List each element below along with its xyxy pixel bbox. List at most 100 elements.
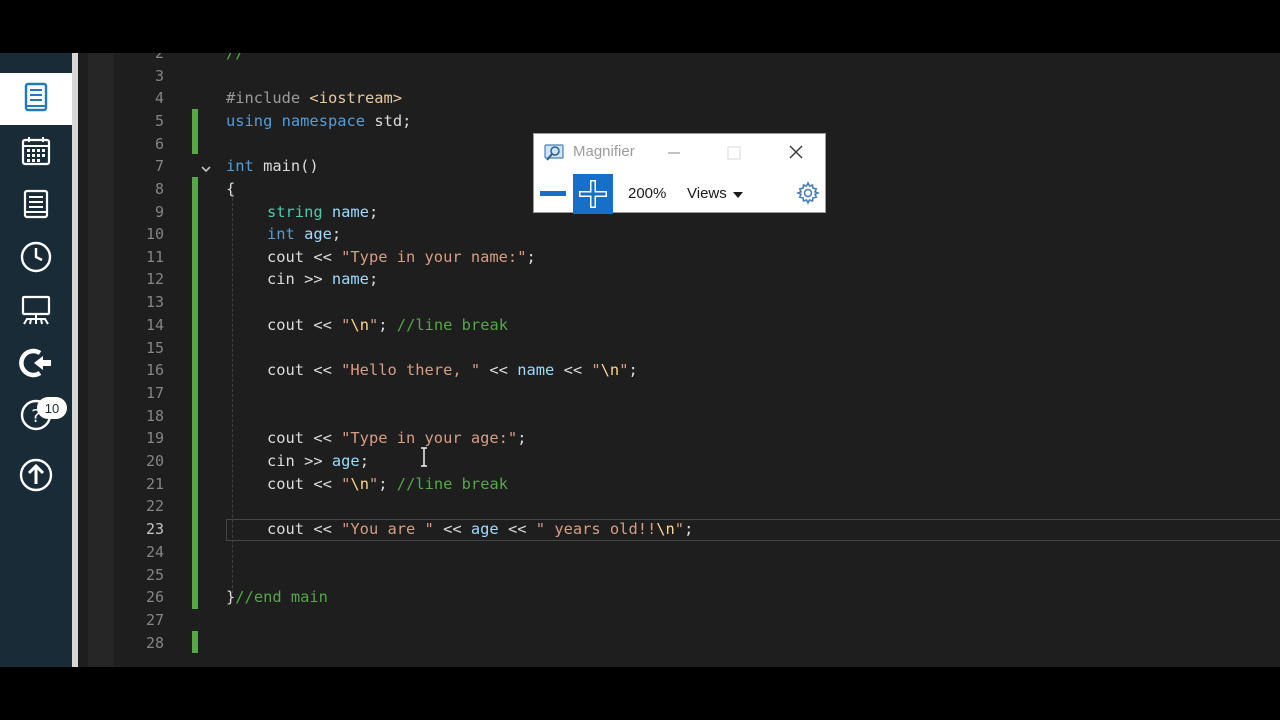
- line-number: 17: [145, 384, 164, 402]
- code-line: 12 cin >> name;: [78, 268, 1280, 290]
- line-number: 23: [145, 520, 164, 538]
- launcher-item-partial[interactable]: [0, 25, 72, 49]
- views-dropdown[interactable]: Views: [687, 185, 743, 202]
- code-text: //: [226, 53, 245, 62]
- book-icon: [18, 79, 54, 119]
- code-line: 4 #include <iostream>: [78, 87, 1280, 109]
- exit-icon: [18, 345, 54, 385]
- line-number: 26: [145, 588, 164, 606]
- calendar-icon: [18, 133, 54, 173]
- code-text: {: [226, 180, 236, 198]
- code-text: cout << "\n"; //line break: [267, 316, 508, 334]
- code-line: 15: [78, 337, 1280, 359]
- launcher-item-calendar[interactable]: [0, 127, 72, 179]
- line-number: 19: [145, 429, 164, 447]
- code-text: cout << "You are " << age << " years old…: [267, 520, 694, 538]
- code-text: cout << "Type in your age:";: [267, 429, 527, 447]
- line-number: 14: [145, 316, 164, 334]
- line-number: 22: [145, 497, 164, 515]
- close-button[interactable]: [784, 142, 808, 164]
- code-line: 20 cin >> age;: [78, 450, 1280, 472]
- code-text: #include <iostream>: [226, 89, 403, 107]
- launcher-sidebar: ? 10: [0, 53, 72, 667]
- line-number: 4: [154, 89, 164, 107]
- launcher-item-history[interactable]: [0, 233, 72, 285]
- line-number: 8: [154, 180, 164, 198]
- code-line: 16 cout << "Hello there, " << name << "\…: [78, 359, 1280, 381]
- line-number: 5: [154, 112, 164, 130]
- code-text: cout << "Type in your name:";: [267, 248, 536, 266]
- ibeam-cursor-icon: [419, 446, 429, 468]
- line-number: 28: [145, 634, 164, 652]
- line-number: 3: [154, 67, 164, 85]
- magnifier-app-icon: [543, 143, 567, 163]
- code-text: }//end main: [226, 588, 328, 606]
- maximize-button[interactable]: [722, 142, 746, 164]
- code-line: 25: [78, 564, 1280, 586]
- line-number: 24: [145, 543, 164, 561]
- collapse-chevron-icon[interactable]: [200, 160, 212, 173]
- line-number: 10: [145, 225, 164, 243]
- code-text: cin >> age;: [267, 452, 369, 470]
- code-line: 26 }//end main: [78, 586, 1280, 608]
- code-line: 14 cout << "\n"; //line break: [78, 314, 1280, 336]
- minimize-button[interactable]: [662, 142, 686, 164]
- launcher-item-book[interactable]: [0, 73, 72, 125]
- code-line: 19 cout << "Type in your age:";: [78, 427, 1280, 449]
- code-text: int age;: [267, 225, 342, 243]
- launcher-item-presentation[interactable]: [0, 286, 72, 338]
- bottom-letterbox: [0, 667, 1280, 720]
- code-line: 11 cout << "Type in your name:";: [78, 246, 1280, 268]
- code-line-current: 23 cout << "You are " << age << " years …: [78, 518, 1280, 540]
- line-number: 27: [145, 611, 164, 629]
- document-list-icon: [18, 186, 54, 226]
- zoom-in-button[interactable]: [573, 174, 613, 214]
- code-text: using namespace std;: [226, 112, 412, 130]
- code-text: cout << "Hello there, " << name << "\n";: [267, 361, 638, 379]
- clock-icon: [18, 239, 54, 279]
- code-line: 21 cout << "\n"; //line break: [78, 473, 1280, 495]
- views-label: Views: [687, 185, 727, 202]
- line-number: 12: [145, 270, 164, 288]
- gear-icon[interactable]: [795, 181, 821, 205]
- code-line: 5 using namespace std;: [78, 110, 1280, 132]
- line-number: 18: [145, 407, 164, 425]
- line-number: 21: [145, 475, 164, 493]
- code-text: cout << "\n"; //line break: [267, 475, 508, 493]
- line-number: 6: [154, 135, 164, 153]
- launcher-item-documents[interactable]: [0, 180, 72, 232]
- launcher-item-help[interactable]: ? 10: [0, 391, 72, 443]
- line-number: 2: [154, 53, 164, 62]
- line-number: 25: [145, 566, 164, 584]
- notification-badge: 10: [37, 397, 67, 419]
- code-line: 27: [78, 609, 1280, 631]
- code-line: 28: [78, 632, 1280, 654]
- line-number: 9: [154, 203, 164, 221]
- code-text: int main(): [226, 157, 319, 175]
- presentation-icon: [18, 292, 54, 332]
- line-number: 7: [154, 157, 164, 175]
- launcher-item-exit[interactable]: [0, 339, 72, 391]
- top-letterbox: [0, 0, 1280, 53]
- code-line: 24: [78, 541, 1280, 563]
- code-line: 17: [78, 382, 1280, 404]
- code-line: 22: [78, 495, 1280, 517]
- launcher-item-upload[interactable]: [0, 451, 72, 503]
- code-text: string name;: [267, 203, 379, 221]
- zoom-level: 200%: [628, 185, 667, 202]
- caret-down-icon: [732, 185, 743, 202]
- magnifier-window[interactable]: Magnifier 200% Views: [533, 133, 826, 214]
- code-text: cin >> name;: [267, 270, 379, 288]
- line-number: 20: [145, 452, 164, 470]
- magnifier-title: Magnifier: [573, 143, 635, 160]
- code-line: 3: [78, 65, 1280, 87]
- code-line: 10 int age;: [78, 223, 1280, 245]
- line-number: 16: [145, 361, 164, 379]
- code-line: 2 //: [78, 53, 1280, 64]
- code-line: 13: [78, 291, 1280, 313]
- line-number: 11: [145, 248, 164, 266]
- upload-icon: [18, 457, 54, 497]
- line-number: 13: [145, 293, 164, 311]
- zoom-out-button[interactable]: [538, 178, 568, 210]
- code-line: 18: [78, 405, 1280, 427]
